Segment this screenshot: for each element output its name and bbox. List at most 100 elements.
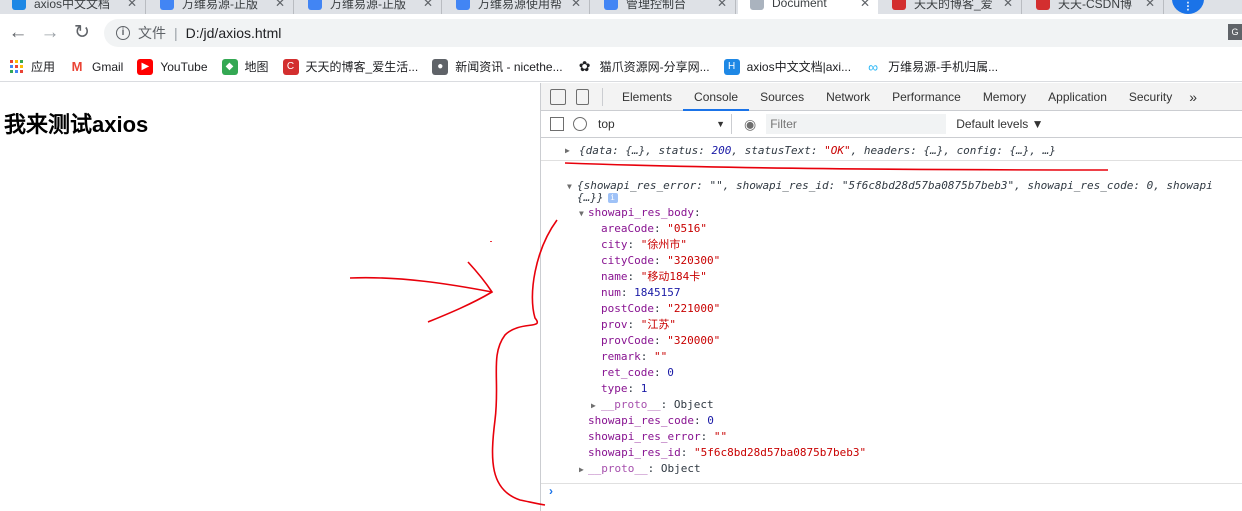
devtools-tab-elements[interactable]: Elements: [611, 83, 683, 111]
token: , showapi: [1153, 179, 1213, 192]
youtube-icon: ▶: [137, 58, 154, 75]
clear-console-icon[interactable]: [573, 117, 587, 131]
close-icon[interactable]: ✕: [127, 0, 137, 10]
devtools-tab-performance[interactable]: Performance: [881, 83, 972, 111]
bookmark-item[interactable]: 应用: [10, 58, 55, 75]
token: statusText: [744, 144, 811, 157]
property-value: 1: [640, 382, 648, 395]
proto-row[interactable]: __proto__: Object: [601, 397, 714, 413]
devtools-tab-memory[interactable]: Memory: [972, 83, 1037, 111]
expand-triangle-icon[interactable]: ▼: [579, 209, 584, 218]
bookmark-item[interactable]: ● 新闻资讯 - nicethe...: [432, 58, 563, 75]
proto-row[interactable]: __proto__: Object: [588, 461, 701, 477]
device-toolbar-icon[interactable]: [576, 88, 589, 105]
globe-icon: ●: [432, 58, 449, 75]
log-levels-dropdown[interactable]: Default levels ▼: [956, 117, 1043, 131]
info-icon[interactable]: i: [116, 26, 130, 40]
bookmark-item[interactable]: ∞ 万维易源-手机归属...: [865, 58, 998, 75]
devtools-tab-console[interactable]: Console: [683, 83, 750, 111]
expand-triangle-icon[interactable]: ▶: [565, 141, 570, 161]
close-icon[interactable]: ✕: [860, 0, 870, 10]
property-row[interactable]: ret_code: 0: [601, 365, 674, 381]
browser-tab[interactable]: 万维易源-正版 ✕: [148, 0, 294, 14]
expand-triangle-icon[interactable]: ▶: [579, 465, 584, 474]
property-key: showapi_res_error: [588, 430, 701, 443]
devtools-tab-application[interactable]: Application: [1037, 83, 1118, 111]
bookmark-item[interactable]: ◆ 地图: [221, 58, 269, 75]
property-row[interactable]: name: "移动184卡": [601, 269, 707, 285]
property-row[interactable]: num: 1845157: [601, 285, 680, 301]
inspect-element-icon[interactable]: [550, 88, 566, 105]
property-row[interactable]: prov: "江苏": [601, 317, 676, 333]
close-icon[interactable]: ✕: [717, 0, 727, 10]
console-prompt-row[interactable]: ›: [541, 483, 1242, 498]
property-row[interactable]: showapi_res_error: "": [588, 429, 727, 445]
close-icon[interactable]: ✕: [571, 0, 581, 10]
console-filter-input[interactable]: [766, 114, 947, 134]
gmail-icon: M: [71, 59, 83, 74]
object-preview-continuation[interactable]: {…}} i: [577, 190, 618, 206]
token: :: [810, 144, 825, 157]
close-icon[interactable]: ✕: [1003, 0, 1013, 10]
tab-title: 万维易源使用帮: [478, 0, 563, 11]
sidebar-toggle-icon[interactable]: [550, 117, 564, 131]
close-icon[interactable]: ✕: [423, 0, 433, 10]
devtools-tab-network[interactable]: Network: [815, 83, 881, 111]
token: :: [620, 286, 635, 299]
bookmark-item[interactable]: ▶ YouTube: [137, 58, 208, 75]
devtools-tab-sources[interactable]: Sources: [749, 83, 815, 111]
tab-title: 万维易源-正版: [330, 0, 406, 11]
object-preview-line[interactable]: {showapi_res_error: "", showapi_res_id: …: [577, 178, 1213, 194]
property-value: "5f6c8bd28d57ba0875b7beb3": [693, 446, 867, 459]
property-key: type: [601, 382, 628, 395]
more-tabs-icon[interactable]: »: [1183, 89, 1203, 105]
eye-icon[interactable]: ◉: [744, 116, 756, 133]
paw-icon: ✿: [578, 58, 591, 74]
browser-tab[interactable]: 万维易源-正版 ✕: [296, 0, 442, 14]
property-row[interactable]: areaCode: "0516": [601, 221, 707, 237]
url-text[interactable]: D:/jd/axios.html: [186, 25, 282, 41]
devtools-tab-security[interactable]: Security: [1118, 83, 1183, 111]
console-message-response[interactable]: ▶ {data: {…}, status: 200, statusText: "…: [541, 141, 1242, 161]
browser-tab[interactable]: axios中文文档 ✕: [0, 0, 146, 14]
address-bar[interactable]: i 文件 | D:/jd/axios.html: [104, 19, 1242, 47]
bookmarks-bar: 应用 M Gmail ▶ YouTube ◆ 地图 C 天天的博客_爱生活... ● 新闻资讯 - …: [0, 52, 1242, 82]
info-badge-icon[interactable]: i: [607, 193, 618, 203]
bookmark-label: 猫爪资源网-分享网...: [599, 60, 710, 74]
bookmark-item[interactable]: M Gmail: [69, 59, 124, 75]
forward-arrow-icon[interactable]: →: [40, 23, 60, 43]
bookmark-item[interactable]: ✿ 猫爪资源网-分享网...: [577, 58, 710, 75]
property-row[interactable]: showapi_res_code: 0: [588, 413, 714, 429]
property-row[interactable]: city: "徐州市": [601, 237, 687, 253]
context-selector[interactable]: top ▼: [598, 114, 732, 134]
expand-triangle-icon[interactable]: ▼: [567, 182, 572, 191]
tab-favicon-icon: [892, 0, 906, 10]
browser-tab[interactable]: 天天的博客_爱 ✕: [880, 0, 1022, 14]
token: :: [700, 430, 714, 443]
property-row[interactable]: showapi_res_body:: [588, 205, 701, 221]
browser-tab[interactable]: 万维易源使用帮 ✕: [444, 0, 590, 14]
property-row[interactable]: cityCode: "320300": [601, 253, 720, 269]
property-value: "移动184卡": [640, 270, 707, 283]
reload-icon[interactable]: ↻: [72, 23, 92, 43]
property-row[interactable]: showapi_res_id: "5f6c8bd28d57ba0875b7beb…: [588, 445, 866, 461]
browser-tab[interactable]: 天天-CSDN博 ✕: [1024, 0, 1164, 14]
devtools-tab-bar: Elements Console Sources Network Performance…: [541, 83, 1242, 111]
browser-tab[interactable]: 管理控制台 ✕: [592, 0, 736, 14]
property-row[interactable]: remark: "": [601, 349, 667, 365]
property-row[interactable]: type: 1: [601, 381, 647, 397]
expand-triangle-icon[interactable]: ▶: [591, 401, 596, 410]
property-row[interactable]: postCode: "221000": [601, 301, 720, 317]
back-arrow-icon[interactable]: ←: [8, 23, 28, 43]
bookmark-item[interactable]: C 天天的博客_爱生活...: [282, 58, 418, 75]
translate-icon[interactable]: G: [1228, 24, 1242, 40]
token: : {…}, …}: [996, 144, 1056, 157]
token: :: [653, 366, 668, 379]
close-icon[interactable]: ✕: [275, 0, 285, 10]
property-value: Object: [673, 398, 714, 411]
property-row[interactable]: provCode: "320000": [601, 333, 720, 349]
bookmark-item[interactable]: Haxios中文文档|axi...: [723, 58, 851, 75]
close-icon[interactable]: ✕: [1145, 0, 1155, 10]
console-prompt-icon[interactable]: ›: [549, 484, 553, 498]
browser-tab[interactable]: Document ✕: [738, 0, 878, 14]
